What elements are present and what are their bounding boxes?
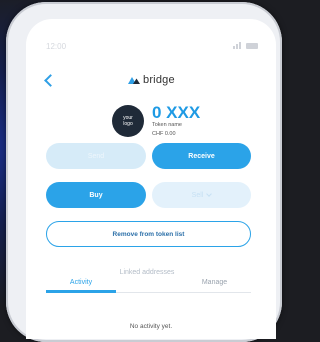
token-logo: your logo (112, 105, 144, 137)
brand-logo: bridge (127, 74, 175, 86)
app-screen: 12:00 bridge your logo 0 XXX Token name … (26, 19, 276, 339)
buy-button[interactable]: Buy (46, 182, 146, 208)
sell-label: Sell (191, 191, 204, 199)
status-time: 12:00 (46, 42, 67, 51)
status-icons (233, 42, 258, 49)
phone-frame: 12:00 bridge your logo 0 XXX Token name … (6, 2, 282, 342)
bridge-icon (128, 77, 140, 84)
active-tab-indicator (46, 290, 116, 293)
tab-linked-addresses[interactable]: Linked addresses (116, 267, 178, 278)
token-amount: 0 XXX (152, 103, 201, 122)
token-name: Token name (152, 122, 182, 128)
tab-activity[interactable]: Activity (46, 279, 116, 286)
chevron-down-icon (206, 191, 213, 197)
receive-button[interactable]: Receive (152, 143, 251, 169)
sell-button[interactable]: Sell (152, 182, 251, 208)
token-fiat-value: CHF 0.00 (152, 131, 176, 137)
back-arrow-icon[interactable] (44, 74, 57, 87)
tab-manage[interactable]: Manage (178, 279, 251, 286)
brand-name: bridge (143, 74, 175, 86)
signal-icon (233, 42, 241, 49)
remove-from-token-list-button[interactable]: Remove from token list (46, 221, 251, 247)
send-button[interactable]: Send (46, 143, 146, 169)
battery-icon (246, 43, 258, 49)
